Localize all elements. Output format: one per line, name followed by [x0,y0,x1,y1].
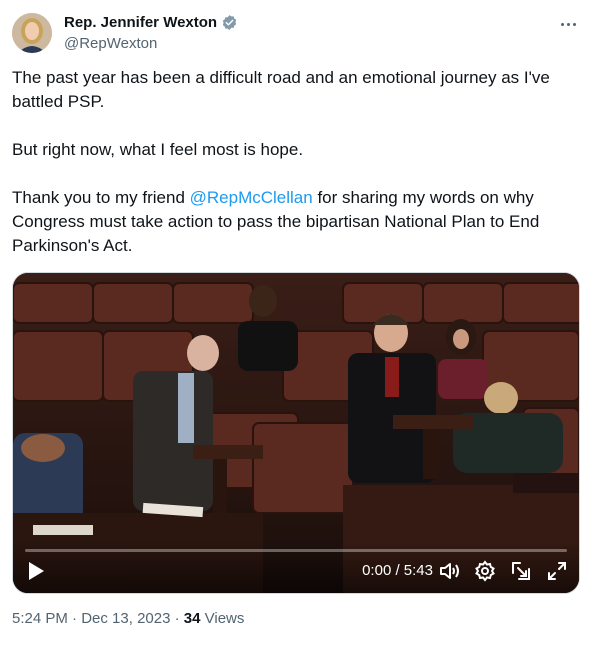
separator-dot: · [67,610,82,627]
paragraph-3-prefix: Thank you to my friend [12,188,190,207]
fullscreen-icon[interactable] [545,559,569,583]
video-player[interactable]: 0:00 / 5:43 [12,272,580,594]
video-controls: 0:00 / 5:43 [13,541,579,593]
views-count[interactable]: 34 [184,610,201,627]
tweet-meta: 5:24 PM · Dec 13, 2023 · 34 Views [12,610,244,627]
avatar[interactable] [12,13,52,53]
tweet-paragraph-3: Thank you to my friend @RepMcClellan for… [12,186,582,258]
tweet-header: Rep. Jennifer Wexton @RepWexton [12,12,582,56]
tweet-paragraph-1: The past year has been a difficult road … [12,68,550,111]
views-label: Views [200,610,245,627]
mention-link[interactable]: @RepMcClellan [190,188,313,207]
video-time: 0:00 / 5:43 [362,562,433,579]
tweet-text: The past year has been a difficult road … [12,66,582,258]
verified-badge-icon [221,14,238,31]
settings-icon[interactable] [473,559,497,583]
progress-bar[interactable] [25,549,567,552]
post-time[interactable]: 5:24 PM [12,610,68,627]
post-date[interactable]: Dec 13, 2023 [81,610,170,627]
play-icon[interactable] [27,561,45,581]
more-options-icon[interactable] [556,14,580,34]
separator-dot: · [170,610,184,627]
author-handle[interactable]: @RepWexton [64,35,157,52]
volume-icon[interactable] [437,559,461,583]
pip-icon[interactable] [509,559,533,583]
author-name[interactable]: Rep. Jennifer Wexton [64,14,217,31]
tweet-paragraph-2: But right now, what I feel most is hope. [12,140,304,159]
